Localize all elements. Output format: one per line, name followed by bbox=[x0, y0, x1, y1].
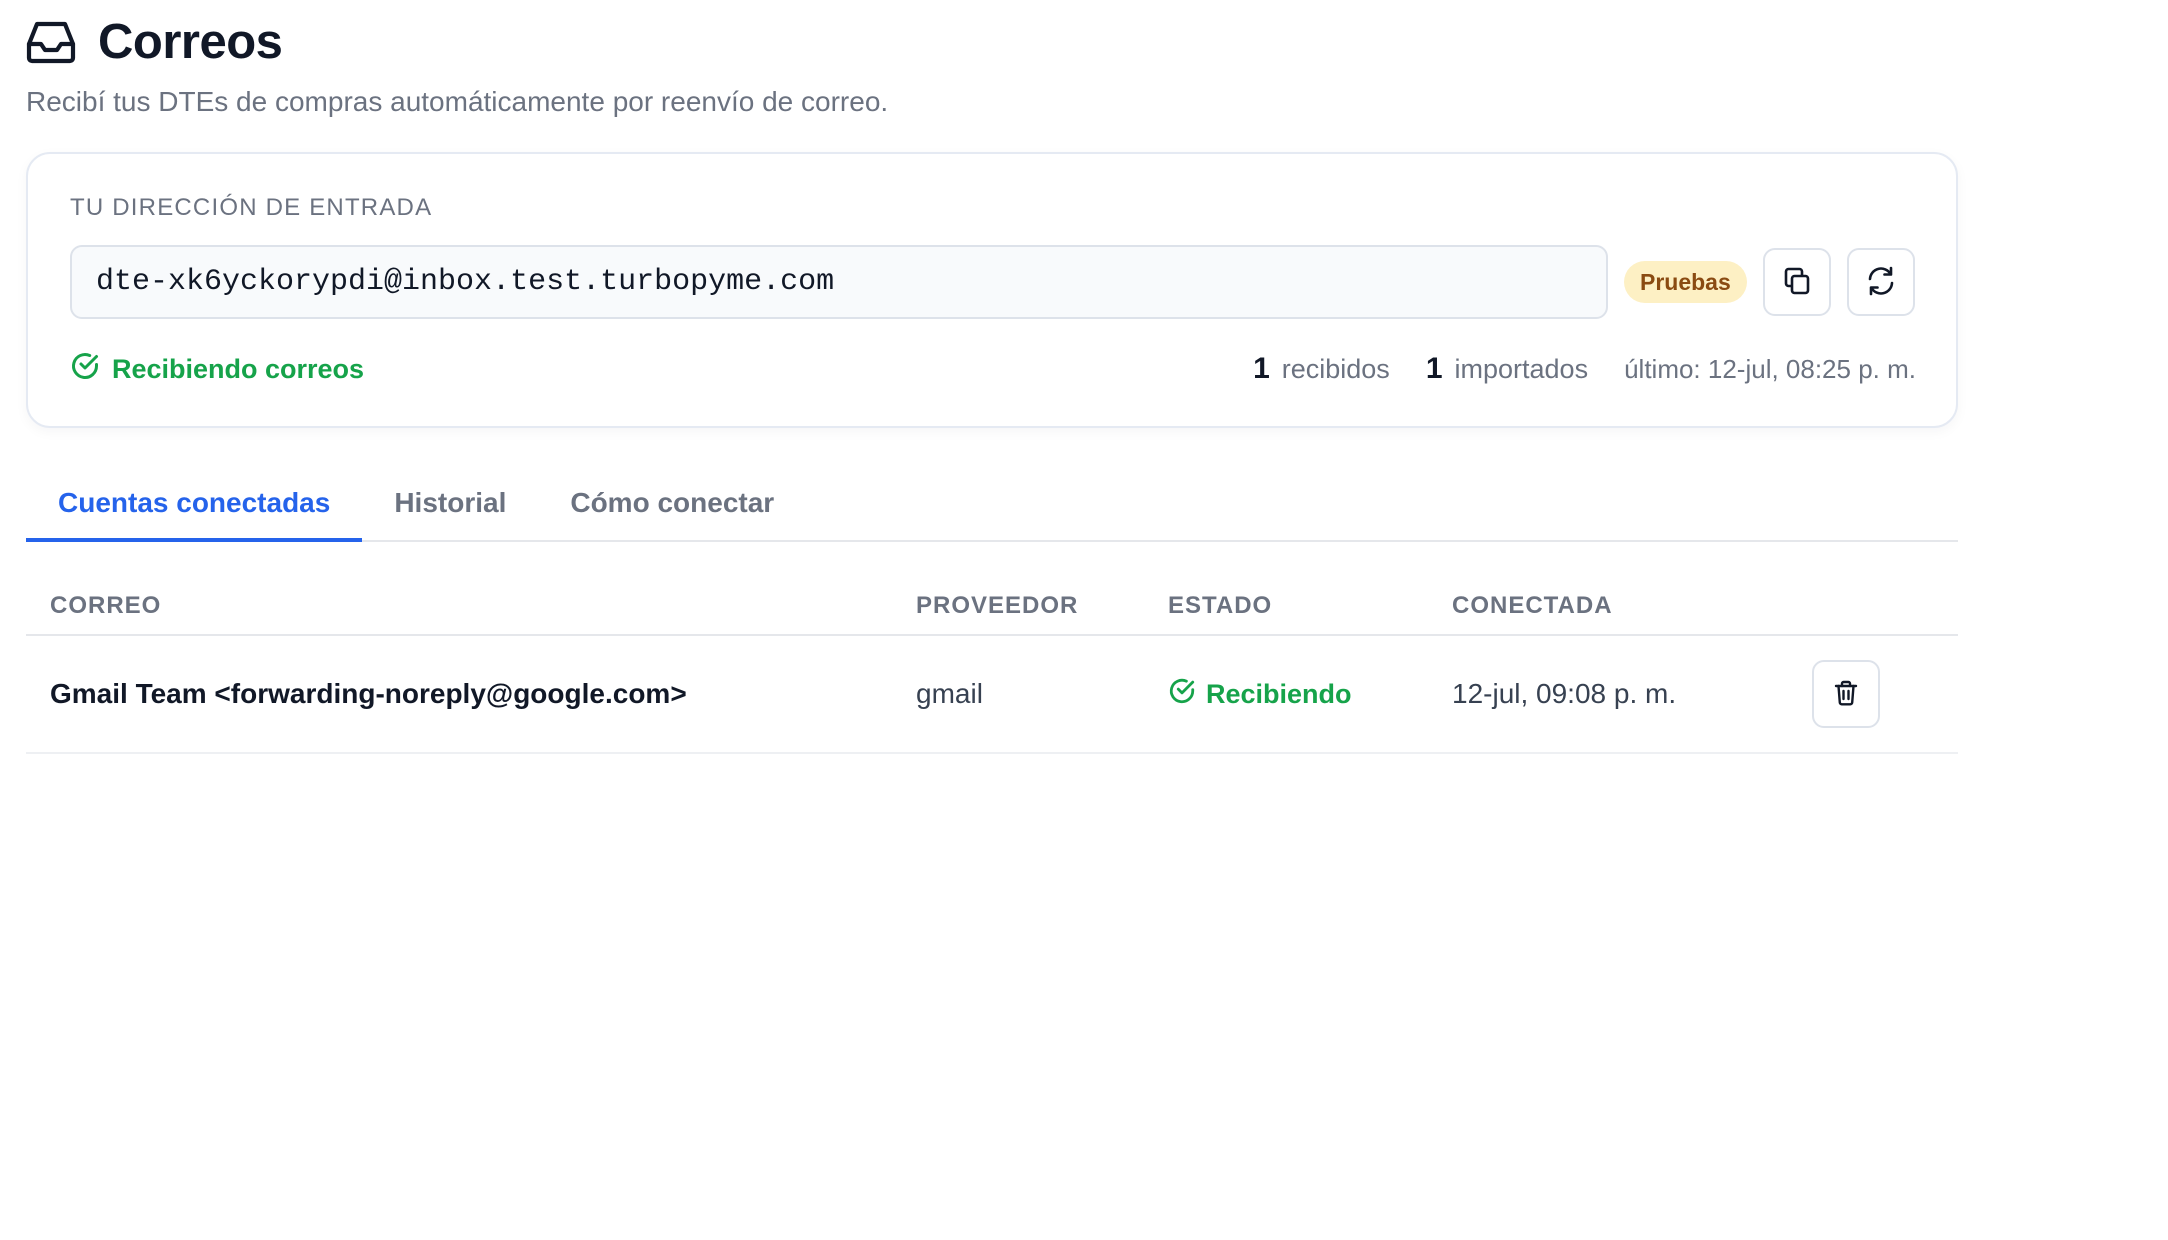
check-circle-icon bbox=[1168, 677, 1206, 712]
page: Correos Recibí tus DTEs de compras autom… bbox=[26, 14, 1958, 754]
address-row: dte-xk6yckorypdi@inbox.test.turbopyme.co… bbox=[70, 244, 1916, 320]
column-header-email: CORREO bbox=[50, 592, 162, 619]
check-circle-icon bbox=[70, 351, 112, 388]
column-header-provider: PROVEEDOR bbox=[916, 592, 1079, 619]
refresh-address-button[interactable] bbox=[1846, 248, 1915, 316]
connected-accounts-table: CORREO PROVEEDOR ESTADO CONECTADA Gmail … bbox=[26, 578, 1958, 754]
tab-history[interactable]: Historial bbox=[362, 468, 538, 542]
inbox-address-field[interactable]: dte-xk6yckorypdi@inbox.test.turbopyme.co… bbox=[70, 245, 1608, 319]
table-header: CORREO PROVEEDOR ESTADO CONECTADA bbox=[26, 578, 1958, 636]
copy-address-button[interactable] bbox=[1762, 248, 1831, 316]
inbox-status-row: Recibiendo correos 1 recibidos 1 importa… bbox=[70, 344, 1916, 394]
received-label: recibidos bbox=[1281, 354, 1390, 384]
inbox-icon bbox=[26, 18, 78, 66]
page-header: Correos bbox=[26, 14, 1958, 70]
row-state-cell: Recibiendo bbox=[1168, 677, 1452, 712]
receiving-status: Recibiendo correos bbox=[70, 351, 364, 388]
inbox-address-card: TU DIRECCIÓN DE ENTRADA dte-xk6yckorypdi… bbox=[26, 152, 1958, 428]
received-count: 1 bbox=[1253, 352, 1270, 385]
page-subtitle: Recibí tus DTEs de compras automáticamen… bbox=[26, 86, 889, 117]
row-provider: gmail bbox=[916, 678, 983, 709]
column-header-connected: CONECTADA bbox=[1452, 592, 1613, 619]
inbox-stats: 1 recibidos 1 importados último: 12-jul,… bbox=[1253, 352, 1916, 386]
row-state-text: Recibiendo bbox=[1206, 678, 1352, 709]
table-row: Gmail Team <forwarding-noreply@google.co… bbox=[26, 636, 1958, 754]
row-connected-date: 12-jul, 09:08 p. m. bbox=[1452, 678, 1677, 709]
column-header-state: ESTADO bbox=[1168, 592, 1273, 619]
trash-icon bbox=[1832, 679, 1860, 710]
last-received-timestamp: último: 12-jul, 08:25 p. m. bbox=[1624, 354, 1916, 384]
row-state: Recibiendo bbox=[1168, 677, 1452, 712]
inbox-address-label: TU DIRECCIÓN DE ENTRADA bbox=[70, 194, 433, 221]
refresh-icon bbox=[1865, 265, 1897, 300]
copy-icon bbox=[1782, 266, 1812, 299]
row-email: Gmail Team <forwarding-noreply@google.co… bbox=[50, 678, 687, 709]
page-title: Correos bbox=[98, 15, 283, 69]
tab-how-to-connect[interactable]: Cómo conectar bbox=[538, 468, 806, 542]
receiving-status-text: Recibiendo correos bbox=[112, 353, 365, 384]
delete-account-button[interactable] bbox=[1812, 660, 1880, 728]
row-actions bbox=[1812, 660, 1958, 728]
tab-bar: Cuentas conectadas Historial Cómo conect… bbox=[26, 468, 1958, 542]
imported-label: importados bbox=[1454, 354, 1589, 384]
tab-connected-accounts[interactable]: Cuentas conectadas bbox=[26, 468, 363, 542]
environment-badge: Pruebas bbox=[1624, 261, 1747, 303]
imported-count: 1 bbox=[1425, 352, 1443, 385]
